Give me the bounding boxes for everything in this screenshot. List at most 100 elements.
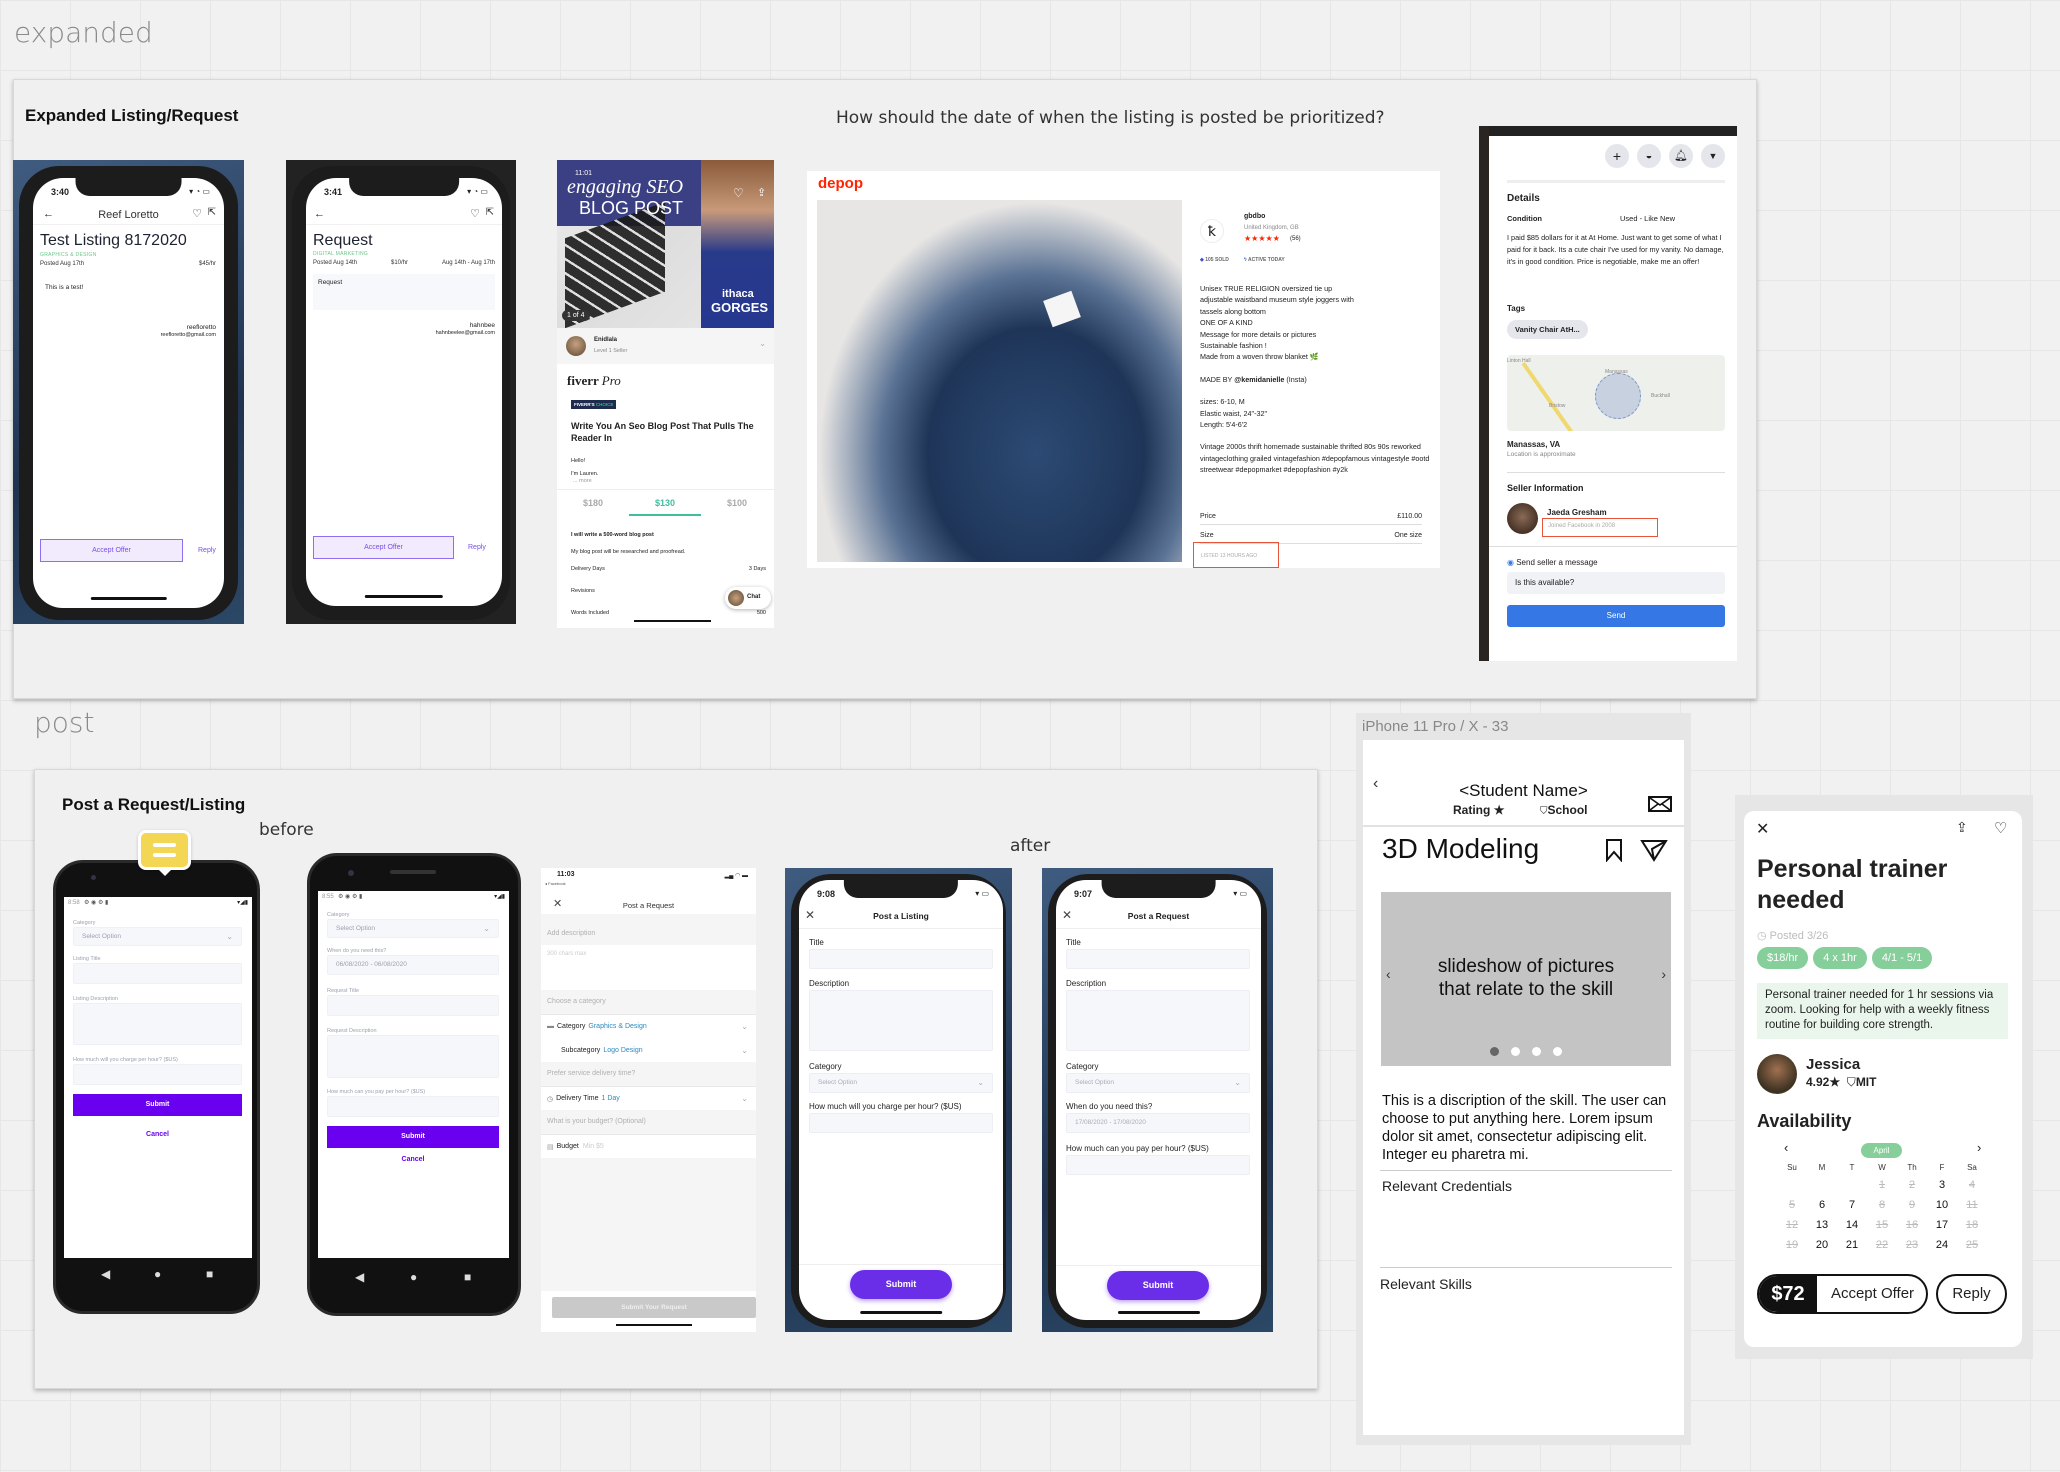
- mail-icon[interactable]: [1648, 796, 1672, 812]
- seller-name[interactable]: Jaeda Gresham: [1547, 508, 1607, 517]
- message-input[interactable]: Is this available?: [1507, 572, 1725, 594]
- calendar-day-available[interactable]: 7: [1839, 1199, 1865, 1211]
- more-link[interactable]: ... more: [573, 478, 592, 484]
- back-arrow-icon[interactable]: ←: [314, 208, 325, 220]
- cancel-link[interactable]: Cancel: [73, 1131, 242, 1138]
- accept-offer-button[interactable]: Accept Offer: [40, 539, 183, 562]
- submit-request-button[interactable]: Submit Your Request: [552, 1297, 756, 1318]
- send-button[interactable]: Send: [1507, 605, 1725, 627]
- tier-tab-1[interactable]: $130: [629, 498, 701, 516]
- subcategory-select[interactable]: Subcategory Logo Design ⌄: [541, 1038, 756, 1062]
- caret-down-icon[interactable]: ▼: [1701, 144, 1725, 168]
- submit-button[interactable]: Submit: [1107, 1271, 1209, 1300]
- nav-back-icon[interactable]: ◀: [101, 1267, 110, 1281]
- slide-dot[interactable]: [1553, 1047, 1562, 1056]
- nav-back-icon[interactable]: ◀: [355, 1270, 364, 1284]
- calendar-day-available[interactable]: 3: [1929, 1179, 1955, 1191]
- messenger-icon[interactable]: ◒: [1637, 144, 1661, 168]
- close-icon[interactable]: ✕: [1756, 819, 1769, 839]
- description-input[interactable]: [1066, 990, 1250, 1051]
- reply-link[interactable]: Reply: [198, 547, 216, 554]
- date-range-input[interactable]: 06/08/2020 - 06/08/2020: [327, 955, 499, 975]
- description-line: Message for more details or pictures: [1200, 329, 1317, 339]
- calendar-day-available[interactable]: 13: [1809, 1219, 1835, 1231]
- category-select[interactable]: ▬ Category Graphics & Design ⌄: [541, 1014, 756, 1038]
- reply-button[interactable]: Reply: [1936, 1274, 2007, 1314]
- next-month-icon[interactable]: ›: [1977, 1140, 1981, 1155]
- rate-input[interactable]: [1066, 1155, 1250, 1175]
- submit-button[interactable]: Submit: [73, 1094, 242, 1116]
- gig-image[interactable]: 11:01 engaging SEO BLOG POST ithaca GORG…: [557, 160, 774, 329]
- bookmark-icon[interactable]: [1605, 838, 1623, 862]
- nav-home-icon[interactable]: ●: [154, 1267, 161, 1281]
- seller-avatar[interactable]: ꝁ: [1200, 219, 1224, 243]
- requester-avatar[interactable]: [1757, 1054, 1797, 1094]
- slide-dot[interactable]: [1532, 1047, 1541, 1056]
- heart-icon[interactable]: ♡: [1994, 819, 2007, 837]
- made-by-handle[interactable]: @kemidanielle: [1234, 375, 1284, 384]
- calendar-day-available[interactable]: 24: [1929, 1239, 1955, 1251]
- accept-offer-button[interactable]: Accept Offer: [313, 536, 454, 559]
- heart-icon[interactable]: ♡: [192, 207, 202, 220]
- accept-offer-button[interactable]: $72 Accept Offer: [1757, 1274, 1928, 1314]
- title-input[interactable]: [809, 949, 993, 969]
- heart-icon[interactable]: ♡: [733, 186, 744, 200]
- slide-dot[interactable]: [1511, 1047, 1520, 1056]
- listing-title-input[interactable]: [73, 963, 242, 984]
- comment-icon[interactable]: [138, 830, 191, 876]
- back-to-app[interactable]: ◂ Facebook: [545, 881, 566, 886]
- category-select[interactable]: Select Option ⌄: [327, 919, 499, 938]
- seller-name: Enidlala: [594, 337, 618, 343]
- description-input[interactable]: 300 chars max: [541, 945, 756, 990]
- listing-description-input[interactable]: [73, 1003, 242, 1045]
- calendar-day-available[interactable]: 21: [1839, 1239, 1865, 1251]
- category-select[interactable]: Select Option ⌄: [73, 927, 242, 946]
- rate-input[interactable]: [327, 1096, 499, 1117]
- location-map[interactable]: Linton Hall Manassas Bristow Buckhall: [1507, 355, 1725, 431]
- share-icon[interactable]: ⇱: [208, 207, 216, 218]
- delivery-time-select[interactable]: ◷ Delivery Time 1 Day ⌄: [541, 1086, 756, 1110]
- tier-tab-2[interactable]: $100: [701, 498, 773, 508]
- share-icon[interactable]: ⇪: [1956, 819, 1968, 836]
- tier-tab-0[interactable]: $180: [557, 498, 629, 508]
- nav-recents-icon[interactable]: ■: [206, 1267, 213, 1281]
- reply-link[interactable]: Reply: [468, 544, 486, 551]
- submit-button[interactable]: Submit: [850, 1270, 952, 1299]
- prev-month-icon[interactable]: ‹: [1784, 1140, 1788, 1155]
- request-description-input[interactable]: [327, 1035, 499, 1078]
- nav-home-icon[interactable]: ●: [410, 1270, 417, 1284]
- rate-input[interactable]: [809, 1113, 993, 1133]
- calendar-day-available[interactable]: 20: [1809, 1239, 1835, 1251]
- nav-recents-icon[interactable]: ■: [464, 1270, 471, 1284]
- calendar-day-available[interactable]: 10: [1929, 1199, 1955, 1211]
- product-photo[interactable]: [817, 200, 1182, 562]
- tag-chip[interactable]: Vanity Chair AtH...: [1507, 320, 1588, 339]
- request-title-input[interactable]: [327, 995, 499, 1016]
- calendar-day-available[interactable]: 14: [1839, 1219, 1865, 1231]
- calendar-day-available[interactable]: 17: [1929, 1219, 1955, 1231]
- seller-row[interactable]: Enidlala Level 1 Seller ⌄: [557, 328, 774, 364]
- budget-input[interactable]: ▤ Budget Min $5: [541, 1134, 756, 1158]
- chat-button[interactable]: Chat: [725, 587, 771, 609]
- slide-dot[interactable]: [1490, 1047, 1499, 1056]
- category-select[interactable]: Select Option ⌄: [1066, 1073, 1250, 1093]
- image-slideshow[interactable]: ‹ › slideshow of pictures that relate to…: [1381, 892, 1671, 1066]
- seller-name[interactable]: gbdbo: [1244, 213, 1265, 220]
- plus-icon[interactable]: +: [1605, 144, 1629, 168]
- submit-button[interactable]: Submit: [327, 1126, 499, 1148]
- heart-icon[interactable]: ♡: [470, 207, 480, 220]
- share-icon[interactable]: ⇱: [486, 207, 494, 218]
- calendar-day-available[interactable]: 6: [1809, 1199, 1835, 1211]
- share-icon[interactable]: ⇪: [757, 186, 766, 199]
- description-input[interactable]: [809, 990, 993, 1051]
- date-range-input[interactable]: 17/08/2020 - 17/08/2020: [1066, 1113, 1250, 1133]
- seller-avatar[interactable]: [1507, 503, 1538, 534]
- title-input[interactable]: [1066, 949, 1250, 969]
- category-select[interactable]: Select Option ⌄: [809, 1073, 993, 1093]
- bell-icon[interactable]: 🔔︎: [1669, 144, 1693, 168]
- rate-input[interactable]: [73, 1064, 242, 1085]
- send-icon[interactable]: [1640, 838, 1668, 862]
- cancel-link[interactable]: Cancel: [327, 1156, 499, 1163]
- weekday-label: T: [1849, 1163, 1855, 1172]
- chevron-down-icon[interactable]: ⌄: [759, 339, 766, 348]
